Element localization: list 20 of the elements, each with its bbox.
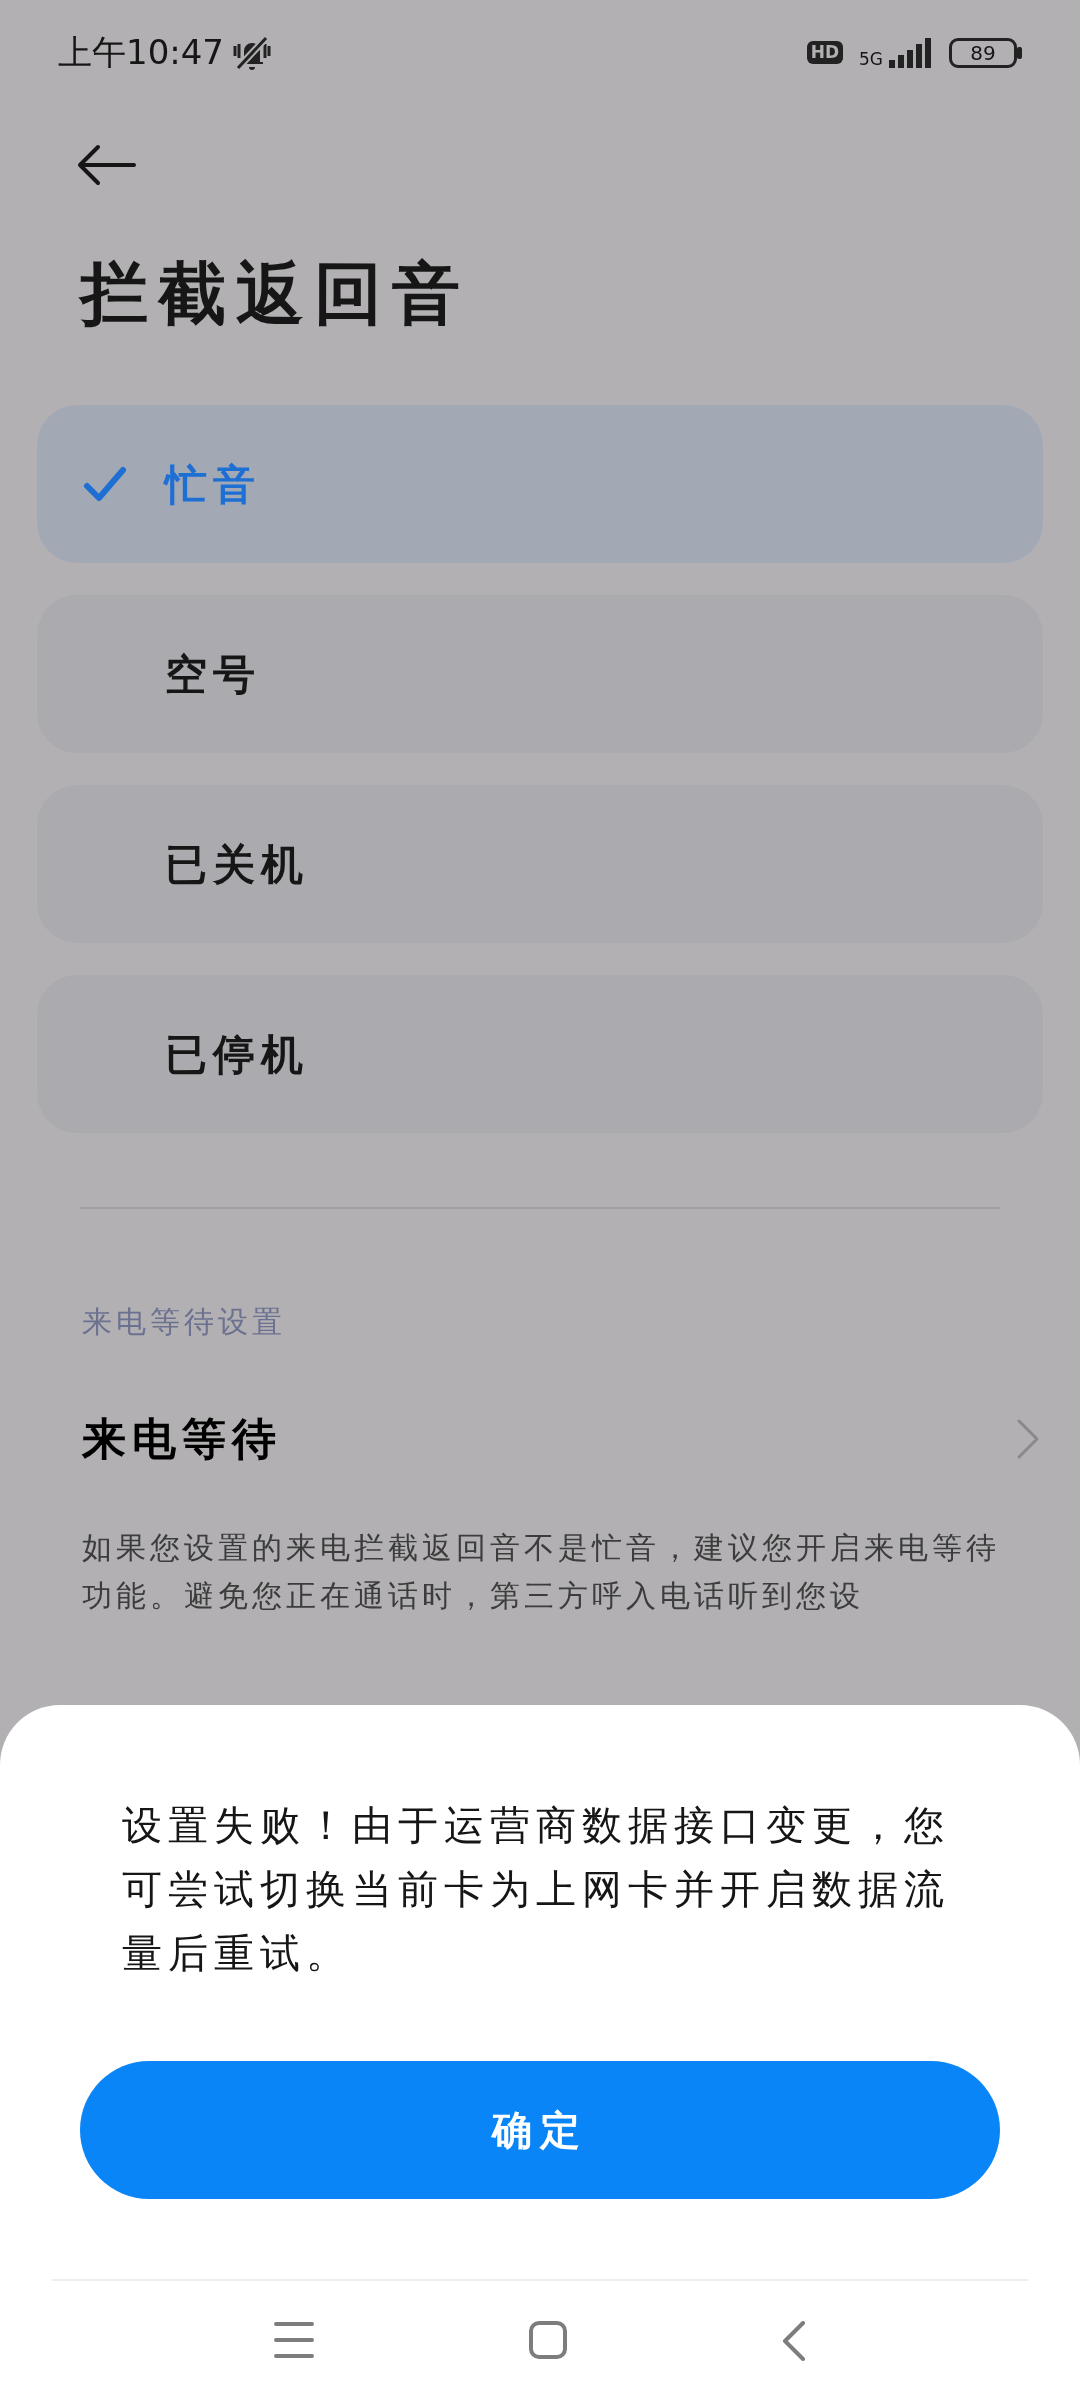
- dialog-message: 设置失败！由于运营商数据接口变更，您可尝试切换当前卡为上网卡并开启数据流量后重试。: [122, 1801, 951, 1978]
- battery-tip-icon: [1017, 46, 1022, 59]
- chevron-right-icon: [1016, 1418, 1040, 1460]
- signal-icon: [887, 37, 933, 68]
- network-label: 5G: [859, 50, 883, 68]
- page-title: 拦截返回音: [80, 253, 471, 335]
- description-text: 如果您设置的来电拦截返回音不是忙音，建议您开启来电等待功能。避免您正在通话时，第三方呼入电话听到您设: [82, 1529, 1001, 1615]
- section-label: 来电等待设置: [82, 1303, 287, 1341]
- status-time: 上午10:47: [58, 31, 224, 74]
- option-item[interactable]: 已停机: [37, 975, 1043, 1133]
- option-item[interactable]: 空号: [37, 595, 1043, 753]
- battery-indicator: 89: [949, 37, 1017, 68]
- back-icon[interactable]: [782, 2321, 806, 2361]
- home-icon[interactable]: [529, 2321, 567, 2359]
- call-waiting-row[interactable]: 来电等待: [0, 1394, 1080, 1484]
- confirm-button[interactable]: 确定: [80, 2061, 1000, 2199]
- menu-icon[interactable]: [274, 2321, 314, 2359]
- check-icon: [83, 464, 127, 504]
- option-item[interactable]: 已关机: [37, 785, 1043, 943]
- hd-badge: HD: [806, 41, 843, 64]
